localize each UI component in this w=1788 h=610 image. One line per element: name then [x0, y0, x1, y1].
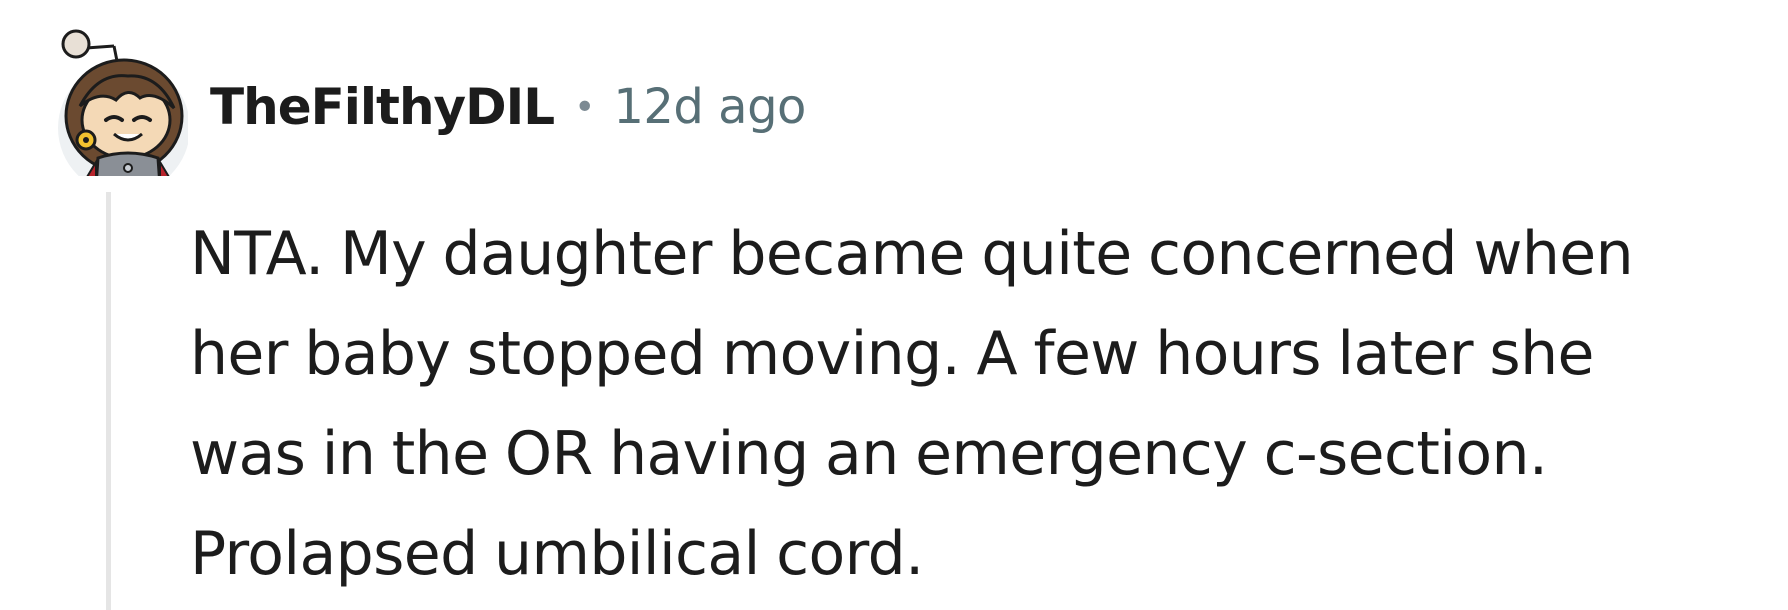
comment-body-line: was in the OR having an emergency c-sect… — [190, 419, 1548, 489]
comment-body-line: her baby stopped moving. A few hours lat… — [190, 319, 1594, 389]
comment-timestamp[interactable]: 12d ago — [613, 79, 806, 135]
comment-body-line: NTA. My daughter became quite concerned … — [190, 219, 1634, 289]
comment-header: TheFilthyDIL • 12d ago — [210, 72, 806, 142]
thread-collapse-line[interactable] — [106, 192, 111, 610]
author-username[interactable]: TheFilthyDIL — [210, 78, 555, 136]
user-avatar[interactable] — [28, 16, 188, 176]
meta-separator: • — [574, 86, 596, 128]
snoo-avatar-icon — [58, 29, 188, 176]
comment-body-line: Prolapsed umbilical cord. — [190, 519, 924, 589]
comment: TheFilthyDIL • 12d ago NTA. My daughter … — [0, 0, 1788, 610]
comment-body: NTA. My daughter became quite concerned … — [190, 204, 1770, 604]
